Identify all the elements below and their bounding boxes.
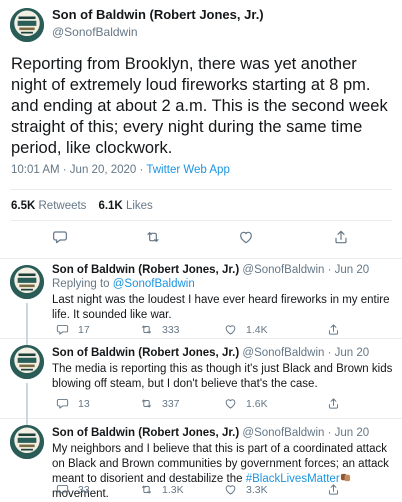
reply-actions: 13 337 1.6K <box>52 397 392 413</box>
replying-to: Replying to @SonofBaldwin <box>52 278 195 290</box>
like-icon <box>238 229 254 245</box>
author-handle[interactable]: @SonofBaldwin · Jun 20 <box>242 347 369 359</box>
reply-count: 17 <box>78 323 90 336</box>
comment-button[interactable] <box>52 229 68 245</box>
share-icon <box>327 397 340 410</box>
like-button[interactable]: 3.3K <box>224 483 268 496</box>
author-handle[interactable]: @SonofBaldwin <box>52 25 138 39</box>
share-icon <box>327 483 340 496</box>
retweet-icon <box>140 323 153 336</box>
like-icon <box>224 483 237 496</box>
tweet-text: Reporting from Brooklyn, there was yet a… <box>11 55 388 157</box>
reply-count: 13 <box>78 397 90 410</box>
comment-icon <box>56 397 69 410</box>
reply-header: Son of Baldwin (Robert Jones, Jr.) @Sono… <box>52 264 369 276</box>
retweet-count: 337 <box>162 397 180 410</box>
divider <box>11 189 392 190</box>
retweet-icon <box>140 397 153 410</box>
like-button[interactable]: 1.4K <box>224 323 268 336</box>
replying-prefix: Replying to <box>52 278 113 290</box>
avatar[interactable] <box>10 425 44 459</box>
replying-to-link[interactable]: @SonofBaldwin <box>113 278 195 290</box>
like-icon <box>224 323 237 336</box>
retweets-stat[interactable]: 6.5K Retweets <box>11 200 86 212</box>
retweet-count: 333 <box>162 323 180 336</box>
reply-tweet[interactable]: Son of Baldwin (Robert Jones, Jr.) @Sono… <box>0 339 402 419</box>
reply-text: The media is reporting this as though it… <box>52 363 393 390</box>
author-handle[interactable]: @SonofBaldwin · Jun 20 <box>242 427 369 439</box>
retweet-icon <box>140 483 153 496</box>
author-name[interactable]: Son of Baldwin (Robert Jones, Jr.) <box>52 427 239 439</box>
reply-actions: 33 1.3K 3.3K <box>52 483 392 499</box>
retweet-button[interactable]: 333 <box>140 323 180 336</box>
share-button[interactable] <box>327 483 340 496</box>
thread-line <box>26 383 28 419</box>
like-count: 3.3K <box>246 483 268 496</box>
retweet-count: 1.3K <box>162 483 184 496</box>
reply-count: 33 <box>78 483 90 496</box>
avatar[interactable] <box>10 8 44 42</box>
tweet-meta: 10:01 AM · Jun 20, 2020 · Twitter Web Ap… <box>11 164 230 176</box>
author-name[interactable]: Son of Baldwin (Robert Jones, Jr.) <box>52 7 264 22</box>
like-button[interactable] <box>238 229 254 245</box>
avatar[interactable] <box>10 265 44 299</box>
retweet-button[interactable]: 337 <box>140 397 180 410</box>
share-button[interactable] <box>333 229 349 245</box>
reply-text: Last night was the loudest I have ever h… <box>52 294 390 321</box>
reply-tweet[interactable]: Son of Baldwin (Robert Jones, Jr.) @Sono… <box>0 419 402 502</box>
like-button[interactable]: 1.6K <box>224 397 268 410</box>
retweets-label: Retweets <box>38 200 87 212</box>
reply-header: Son of Baldwin (Robert Jones, Jr.) @Sono… <box>52 427 369 439</box>
retweets-count: 6.5K <box>11 200 36 212</box>
tweet-actions <box>0 229 402 249</box>
author-name[interactable]: Son of Baldwin (Robert Jones, Jr.) <box>52 264 239 276</box>
likes-count: 6.1K <box>98 200 123 212</box>
like-count: 1.4K <box>246 323 268 336</box>
share-button[interactable] <box>327 397 340 410</box>
comment-button[interactable]: 17 <box>56 323 90 336</box>
raised-fist-emoji-icon <box>340 473 350 482</box>
comment-button[interactable]: 13 <box>56 397 90 410</box>
tweet-stats: 6.5K Retweets 6.1K Likes <box>11 200 153 212</box>
share-button[interactable] <box>327 323 340 336</box>
divider <box>11 220 392 221</box>
share-icon <box>333 229 349 245</box>
author-name[interactable]: Son of Baldwin (Robert Jones, Jr.) <box>52 347 239 359</box>
main-tweet: Son of Baldwin (Robert Jones, Jr.) @Sono… <box>0 0 402 259</box>
comment-button[interactable]: 33 <box>56 483 90 496</box>
like-count: 1.6K <box>246 397 268 410</box>
reply-actions: 17 333 1.4K <box>52 323 392 339</box>
retweet-button[interactable]: 1.3K <box>140 483 184 496</box>
likes-stat[interactable]: 6.1K Likes <box>98 200 152 212</box>
avatar[interactable] <box>10 345 44 379</box>
like-icon <box>224 397 237 410</box>
author-handle[interactable]: @SonofBaldwin · Jun 20 <box>242 264 369 276</box>
share-icon <box>327 323 340 336</box>
comment-icon <box>52 229 68 245</box>
comment-icon <box>56 323 69 336</box>
reply-tweet[interactable]: Son of Baldwin (Robert Jones, Jr.) @Sono… <box>0 259 402 339</box>
reply-header: Son of Baldwin (Robert Jones, Jr.) @Sono… <box>52 347 369 359</box>
thread-line <box>26 303 28 339</box>
tweet-source[interactable]: Twitter Web App <box>146 164 230 176</box>
comment-icon <box>56 483 69 496</box>
retweet-button[interactable] <box>145 229 161 245</box>
likes-label: Likes <box>125 200 153 212</box>
tweet-timestamp[interactable]: 10:01 AM · Jun 20, 2020 · <box>11 164 146 176</box>
retweet-icon <box>145 229 161 245</box>
